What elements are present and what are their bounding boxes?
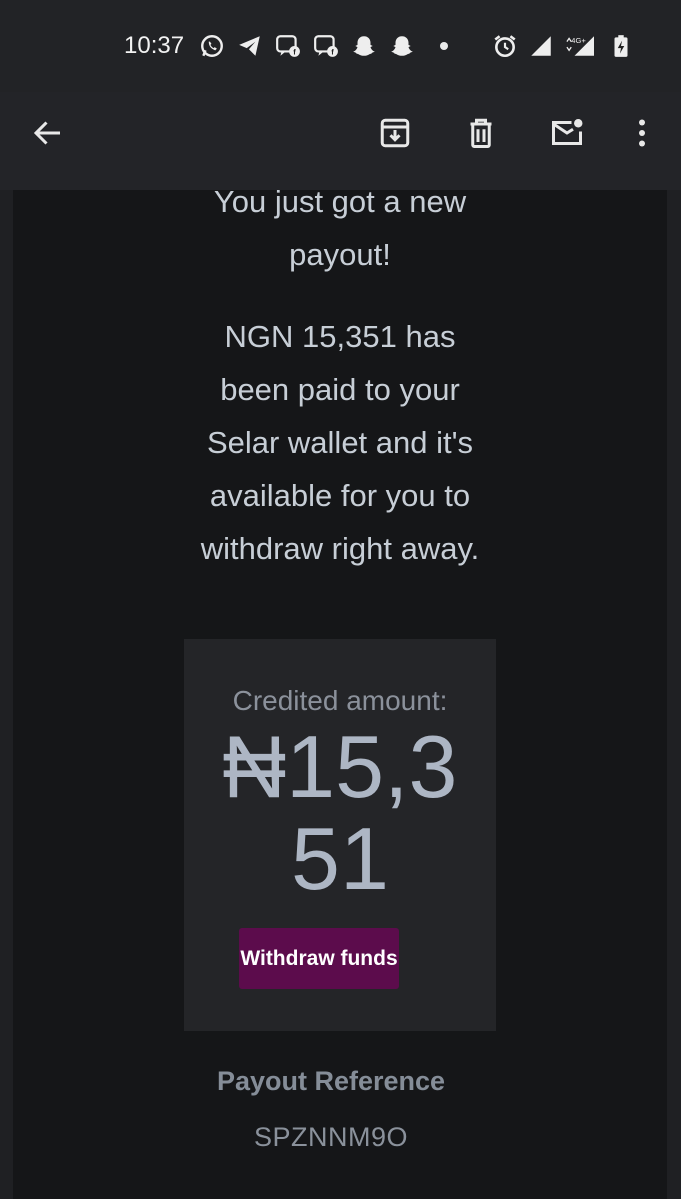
more-options-button[interactable]: [618, 109, 666, 157]
status-bar: 10:37 f f 4G+: [0, 0, 681, 92]
arrow-back-icon: [33, 121, 60, 145]
credited-amount-value: ₦15,3 51: [184, 721, 496, 905]
message-line: been paid to your: [220, 372, 460, 407]
notification-icons: f f: [198, 32, 449, 60]
messenger-icon: f: [312, 32, 340, 60]
email-body: You just got a new payout! NGN 15,351 ha…: [13, 190, 667, 1199]
amount-line: 51: [291, 809, 389, 908]
back-button[interactable]: [24, 109, 72, 157]
credited-amount-label: Credited amount:: [232, 685, 448, 716]
message-line: Selar wallet and it's: [206, 425, 474, 460]
mark-unread-icon: [552, 119, 583, 145]
amount-line: ₦15,3: [222, 717, 458, 816]
mark-unread-button[interactable]: [543, 109, 591, 157]
status-time: 10:37: [124, 32, 185, 59]
payout-reference-value: SPZNNM9O: [253, 1122, 409, 1152]
payout-reference-title: Payout Reference: [216, 1066, 446, 1096]
payout-headline: You just got a new payout!: [13, 190, 667, 281]
more-notifications-dot: [440, 42, 449, 50]
message-line: available for you to: [209, 478, 471, 513]
email-screen: 10:37 f f 4G+ You just got a new payout!…: [0, 0, 681, 1199]
snapchat-icon: [388, 32, 416, 60]
delete-button[interactable]: [457, 109, 505, 157]
messenger-icon: f: [274, 32, 302, 60]
email-toolbar: [0, 92, 681, 190]
svg-text:4G+: 4G+: [571, 36, 586, 45]
signal-icon: [527, 32, 555, 60]
whatsapp-icon: [198, 32, 226, 60]
archive-icon: [380, 118, 410, 148]
payout-message: NGN 15,351 has been paid to your Selar w…: [13, 310, 667, 575]
credited-amount-card: Credited amount: ₦15,3 51 Withdraw funds: [184, 639, 496, 1031]
withdraw-funds-button[interactable]: Withdraw funds: [239, 928, 399, 989]
4g-signal-icon: 4G+: [563, 32, 599, 60]
headline-line: You just got a new: [213, 190, 467, 219]
headline-line: payout!: [289, 237, 391, 272]
alarm-icon: [491, 32, 519, 60]
delete-icon: [470, 118, 492, 148]
message-line: NGN 15,351 has: [224, 319, 456, 354]
telegram-icon: [236, 32, 264, 60]
archive-button[interactable]: [371, 109, 419, 157]
battery-icon: [607, 32, 635, 60]
system-icons: 4G+: [491, 32, 635, 60]
message-line: withdraw right away.: [200, 531, 480, 566]
snapchat-icon: [350, 32, 378, 60]
more-vert-icon: [639, 119, 645, 147]
